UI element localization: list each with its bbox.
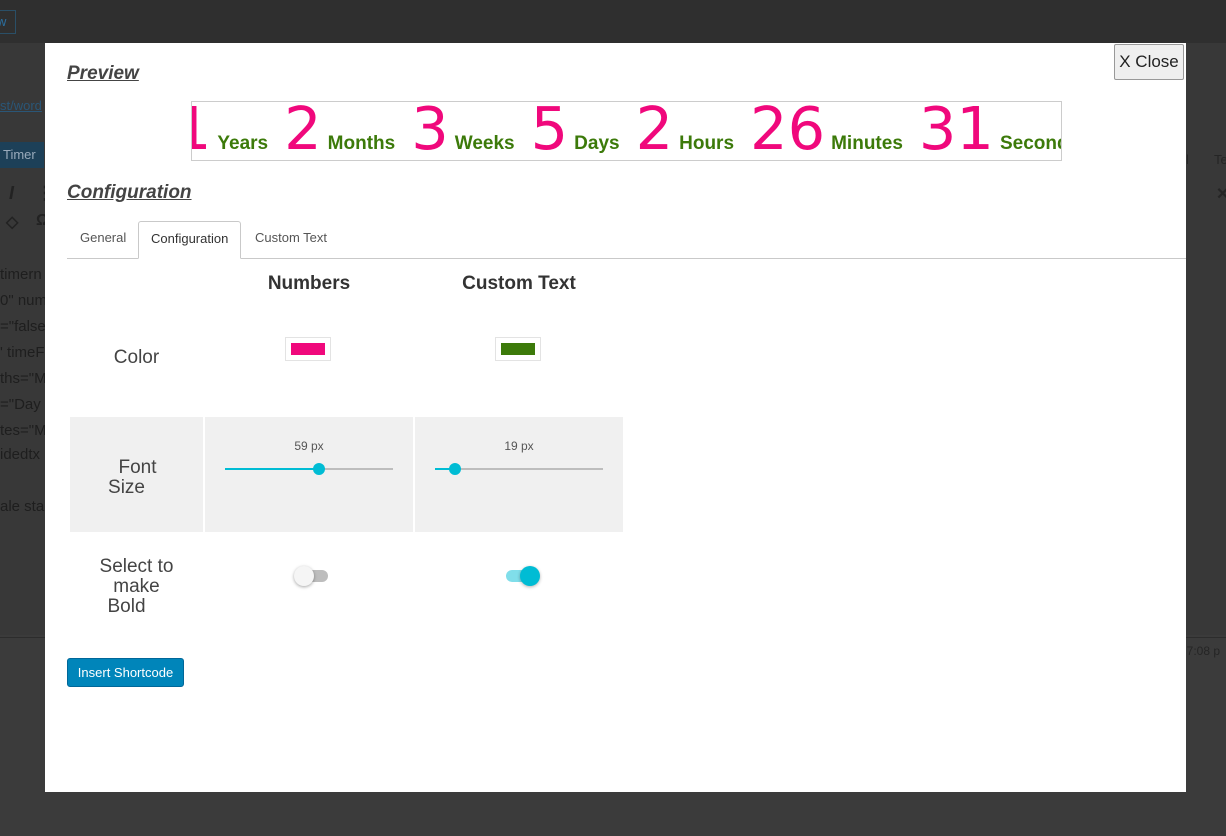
countdown-label: Hours (679, 133, 735, 154)
column-header-numbers: Numbers (267, 273, 351, 294)
background-timer-tab: Timer (0, 142, 44, 168)
countdown-preview: 1 Years 2 Months 3 Weeks 5 Days 2 Hours … (191, 101, 1062, 161)
background-button: w (0, 10, 16, 34)
column-header-custom-text: Custom Text (462, 273, 576, 294)
countdown-label: Days (574, 133, 620, 154)
tab-configuration[interactable]: Configuration (138, 221, 242, 259)
background-code-line: ths="M (0, 370, 47, 387)
countdown-number: 1 (192, 102, 211, 158)
countdown-unit-seconds: 31 Seconds (918, 101, 1061, 161)
custom-text-color-swatch (501, 343, 535, 355)
background-code-line: ="false (0, 318, 46, 335)
countdown-label: Years (217, 133, 269, 154)
numbers-bold-toggle[interactable] (294, 564, 330, 588)
slider-fill (225, 468, 319, 470)
numbers-color-swatch (291, 343, 325, 355)
numbers-font-size-value: 59 px (294, 439, 324, 453)
font-size-label: Font Size (70, 458, 203, 498)
countdown-number: 26 (750, 101, 826, 161)
background-code-line: timern (0, 266, 42, 283)
countdown-number: 5 (530, 101, 569, 161)
numbers-font-size-cell: 59 px (205, 417, 413, 532)
countdown-label: Seconds (999, 133, 1061, 154)
countdown-unit-years: 1 Years (192, 102, 269, 158)
countdown-label: Weeks (454, 133, 515, 154)
countdown-unit-hours: 2 Hours (635, 101, 735, 161)
countdown-unit-weeks: 3 Weeks (411, 101, 515, 161)
preview-title: Preview (67, 63, 139, 84)
background-code-line: idedtx (0, 446, 41, 463)
fullscreen-icon: ✕ (1216, 186, 1226, 203)
italic-icon: I (9, 183, 15, 203)
numbers-font-size-slider[interactable] (225, 463, 393, 475)
background-tab: Te (1214, 152, 1226, 167)
eraser-icon: ◇ (6, 214, 19, 231)
close-button[interactable]: X Close (1114, 44, 1184, 80)
countdown-unit-months: 2 Months (284, 101, 396, 161)
configuration-title: Configuration (67, 182, 192, 203)
tab-custom-text[interactable]: Custom Text (243, 221, 339, 258)
custom-text-font-size-cell: 19 px (415, 417, 623, 532)
tab-general[interactable]: General (68, 221, 138, 258)
background-code-line: ="Day (0, 396, 41, 413)
settings-tabs: General Configuration Custom Text (67, 221, 1186, 259)
background-link: st/word (0, 98, 42, 113)
bold-label-line: make (113, 576, 160, 597)
countdown-unit-days: 5 Days (530, 101, 620, 161)
background-code-line: ' timeF (0, 344, 45, 361)
bold-label-line: Bold (107, 596, 146, 617)
countdown-number: 3 (411, 101, 449, 161)
countdown-label: Months (327, 133, 396, 154)
background-timestamp: t 7:08 p (1180, 644, 1221, 658)
countdown-number: 2 (284, 101, 322, 161)
custom-text-bold-toggle[interactable] (504, 564, 540, 588)
countdown-number: 2 (635, 101, 674, 161)
font-size-label-cell: Font Size (70, 417, 203, 532)
slider-thumb[interactable] (313, 463, 325, 475)
countdown-number: 31 (918, 101, 994, 161)
background-toolbar (0, 0, 1226, 43)
slider-thumb[interactable] (449, 463, 461, 475)
insert-shortcode-button[interactable]: Insert Shortcode (67, 658, 184, 687)
bold-label: Select to make Bold (70, 557, 203, 617)
font-size-label-line: Size (108, 477, 145, 498)
bold-label-line: Select to (99, 556, 174, 577)
custom-text-font-size-slider[interactable] (435, 463, 603, 475)
font-size-label-line: Font (118, 457, 157, 478)
background-code-line: 0" num (0, 292, 48, 309)
shortcode-modal: X Close Preview 1 Years 2 Months 3 Weeks… (45, 43, 1186, 792)
custom-text-color-picker[interactable] (495, 337, 541, 361)
background-code-line: ale sta (0, 498, 45, 515)
background-tab: l (1186, 152, 1189, 167)
countdown-label: Minutes (831, 133, 903, 154)
numbers-color-picker[interactable] (285, 337, 331, 361)
color-label: Color (113, 347, 160, 368)
toggle-knob (294, 566, 314, 586)
custom-text-font-size-value: 19 px (504, 439, 534, 453)
background-code-line: tes="M (0, 422, 47, 439)
countdown-unit-minutes: 26 Minutes (750, 101, 903, 161)
toggle-knob (520, 566, 540, 586)
